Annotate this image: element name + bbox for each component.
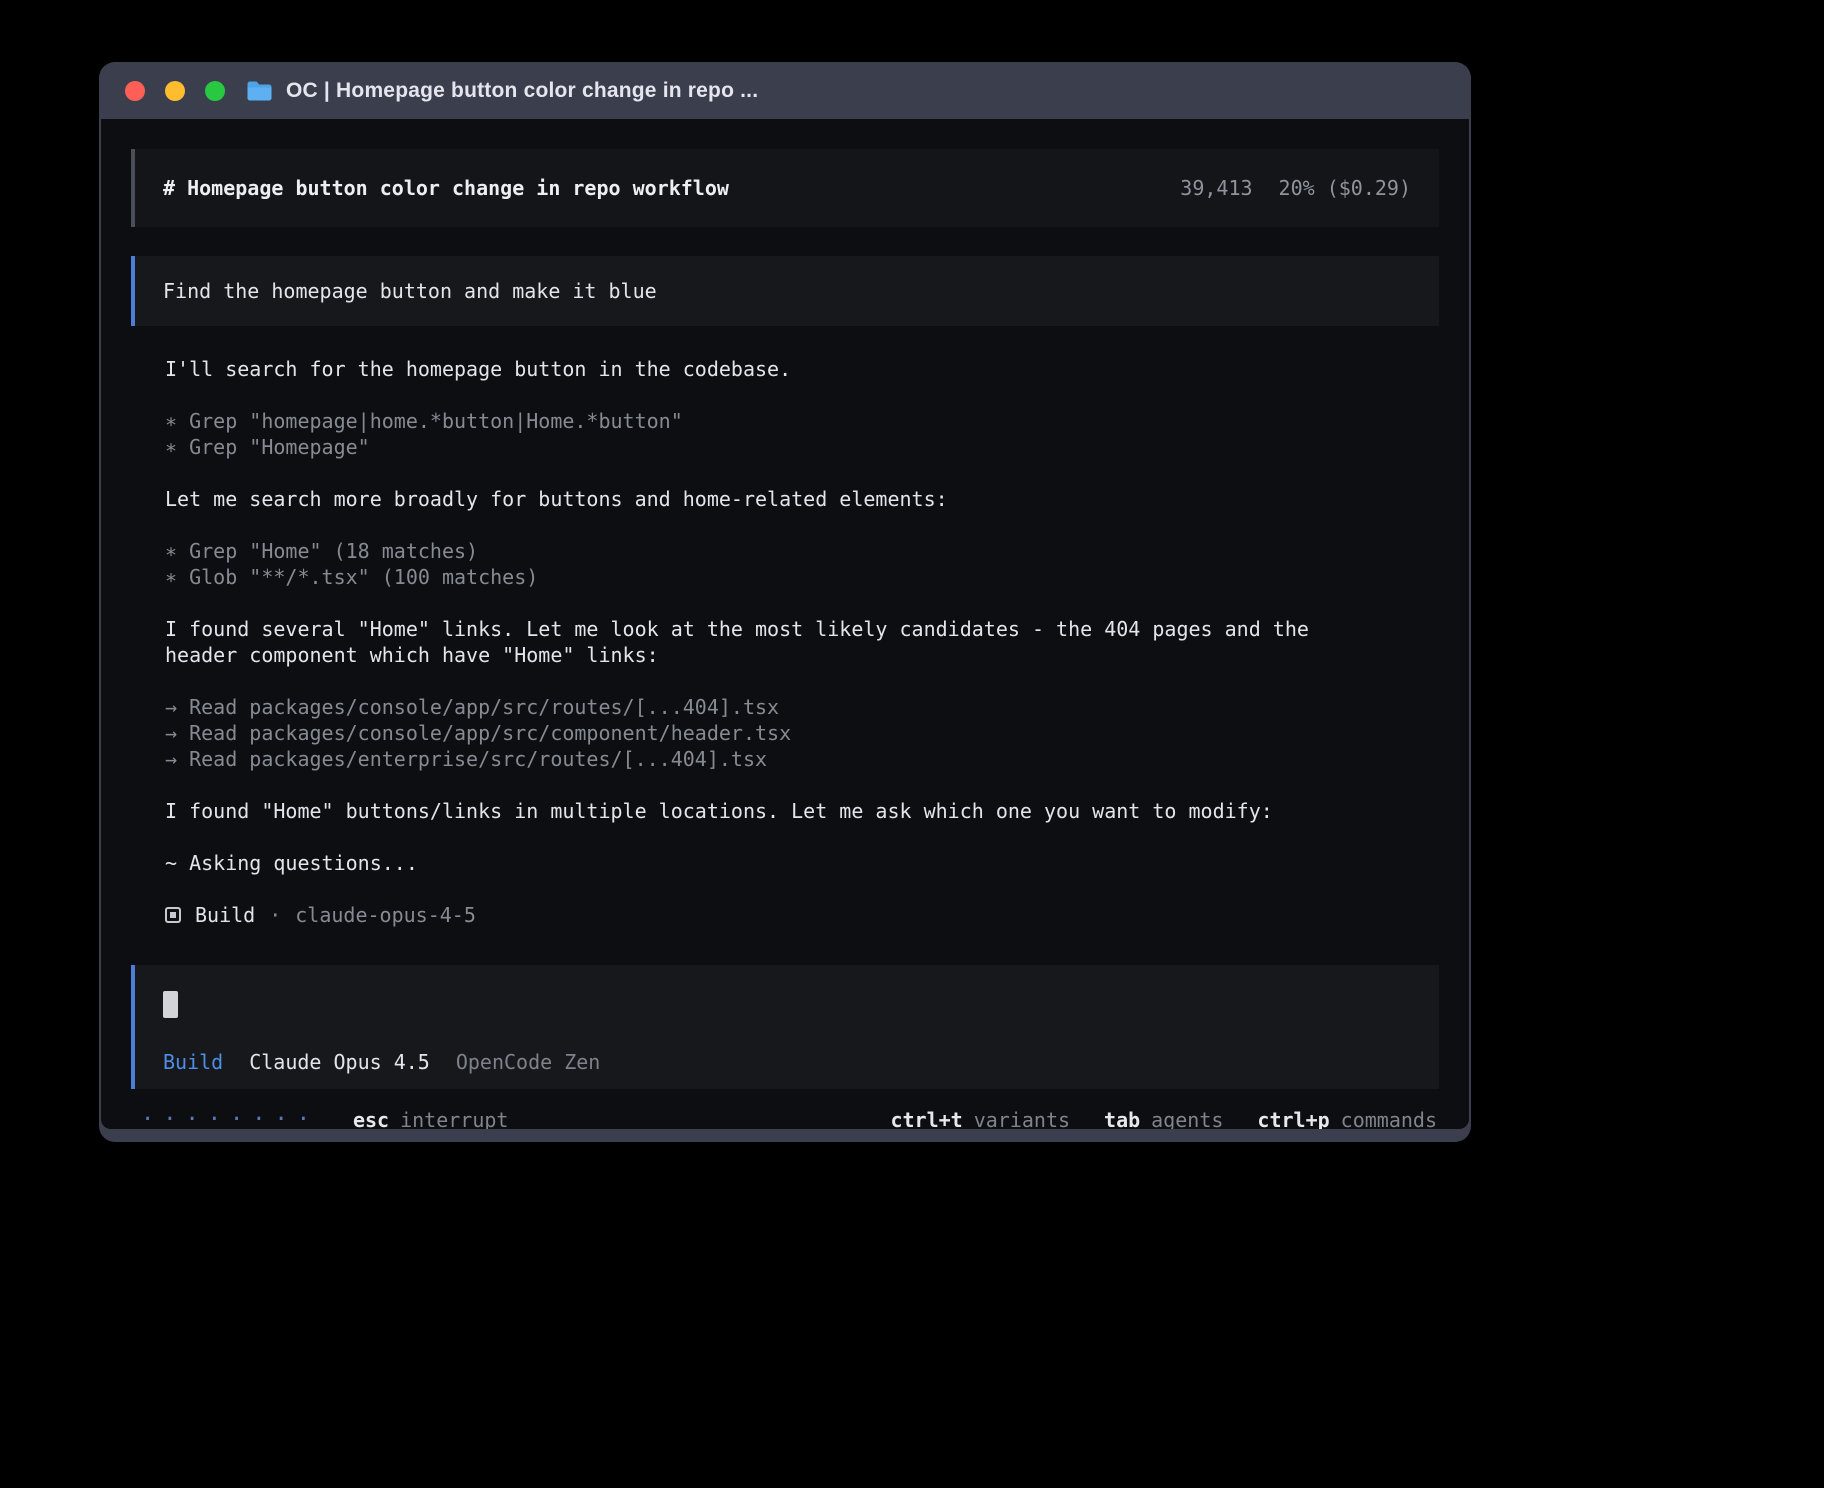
prompt-input-panel[interactable]: Build Claude Opus 4.5 OpenCode Zen — [131, 965, 1439, 1089]
tool-call-read: → Read packages/enterprise/src/routes/[.… — [165, 746, 1439, 772]
tool-call-group: → Read packages/console/app/src/routes/[… — [131, 694, 1439, 772]
tool-call-group: ∗ Grep "homepage|home.*button|Home.*butt… — [131, 408, 1439, 460]
agent-separator: · — [269, 902, 281, 928]
window-titlebar[interactable]: OC | Homepage button color change in rep… — [101, 62, 1469, 119]
window-title-group: OC | Homepage button color change in rep… — [246, 79, 758, 103]
build-agent-icon — [165, 907, 181, 923]
input-meta-row: Build Claude Opus 4.5 OpenCode Zen — [163, 1049, 1411, 1075]
hint-key: ctrl+t — [890, 1107, 962, 1129]
hint-interrupt: esc interrupt — [353, 1107, 509, 1129]
status-bar-left: ········ esc interrupt — [141, 1107, 508, 1129]
text-cursor — [163, 991, 178, 1018]
spinner-dots-icon: ········ — [141, 1107, 319, 1129]
traffic-lights — [125, 81, 225, 101]
input-agent-mode: Build — [163, 1049, 223, 1075]
minimize-window-button[interactable] — [165, 81, 185, 101]
user-message-text: Find the homepage button and make it blu… — [163, 278, 657, 304]
asking-questions-status: ~ Asking questions... — [131, 850, 1439, 876]
hint-variants: ctrl+t variants — [890, 1107, 1070, 1129]
tool-call-grep: ∗ Grep "homepage|home.*button|Home.*butt… — [165, 408, 1439, 434]
zoom-window-button[interactable] — [205, 81, 225, 101]
hint-label: variants — [974, 1107, 1070, 1129]
folder-icon — [246, 80, 273, 102]
token-count: 39,413 — [1180, 175, 1252, 201]
hint-key: ctrl+p — [1257, 1107, 1329, 1129]
tool-call-grep: ∗ Grep "Home" (18 matches) — [165, 538, 1439, 564]
assistant-paragraph: I found several "Home" links. Let me loo… — [131, 616, 1340, 668]
hint-commands: ctrl+p commands — [1257, 1107, 1437, 1129]
assistant-paragraph: Let me search more broadly for buttons a… — [131, 486, 1340, 512]
assistant-paragraph: I'll search for the homepage button in t… — [131, 356, 1340, 382]
tool-call-glob: ∗ Glob "**/*.tsx" (100 matches) — [165, 564, 1439, 590]
hint-label: commands — [1341, 1107, 1437, 1129]
session-stats: 39,413 20% ($0.29) — [1180, 175, 1411, 201]
hint-agents: tab agents — [1104, 1107, 1223, 1129]
input-model-name: Claude Opus 4.5 — [249, 1049, 430, 1075]
status-bar: ········ esc interrupt ctrl+t variants t… — [131, 1107, 1439, 1129]
context-usage: 20% ($0.29) — [1279, 175, 1411, 201]
tool-call-grep: ∗ Grep "Homepage" — [165, 434, 1439, 460]
esc-key-label: esc — [353, 1107, 389, 1129]
status-bar-right: ctrl+t variants tab agents ctrl+p comman… — [890, 1107, 1437, 1129]
input-provider: OpenCode Zen — [456, 1049, 601, 1075]
terminal-window: OC | Homepage button color change in rep… — [99, 62, 1471, 1142]
close-window-button[interactable] — [125, 81, 145, 101]
tool-call-read: → Read packages/console/app/src/routes/[… — [165, 694, 1439, 720]
agent-indicator: Build · claude-opus-4-5 — [131, 902, 1439, 928]
agent-name: Build — [195, 902, 255, 928]
hint-label: agents — [1151, 1107, 1223, 1129]
agent-model: claude-opus-4-5 — [295, 902, 476, 928]
assistant-paragraph: I found "Home" buttons/links in multiple… — [131, 798, 1340, 824]
window-title: OC | Homepage button color change in rep… — [286, 79, 758, 103]
tool-call-read: → Read packages/console/app/src/componen… — [165, 720, 1439, 746]
session-header: # Homepage button color change in repo w… — [131, 149, 1439, 227]
terminal-content[interactable]: # Homepage button color change in repo w… — [101, 119, 1469, 1129]
session-title: # Homepage button color change in repo w… — [163, 175, 729, 201]
hint-key: tab — [1104, 1107, 1140, 1129]
esc-action-label: interrupt — [400, 1107, 508, 1129]
tool-call-group: ∗ Grep "Home" (18 matches) ∗ Glob "**/*.… — [131, 538, 1439, 590]
user-message-panel: Find the homepage button and make it blu… — [131, 256, 1439, 326]
